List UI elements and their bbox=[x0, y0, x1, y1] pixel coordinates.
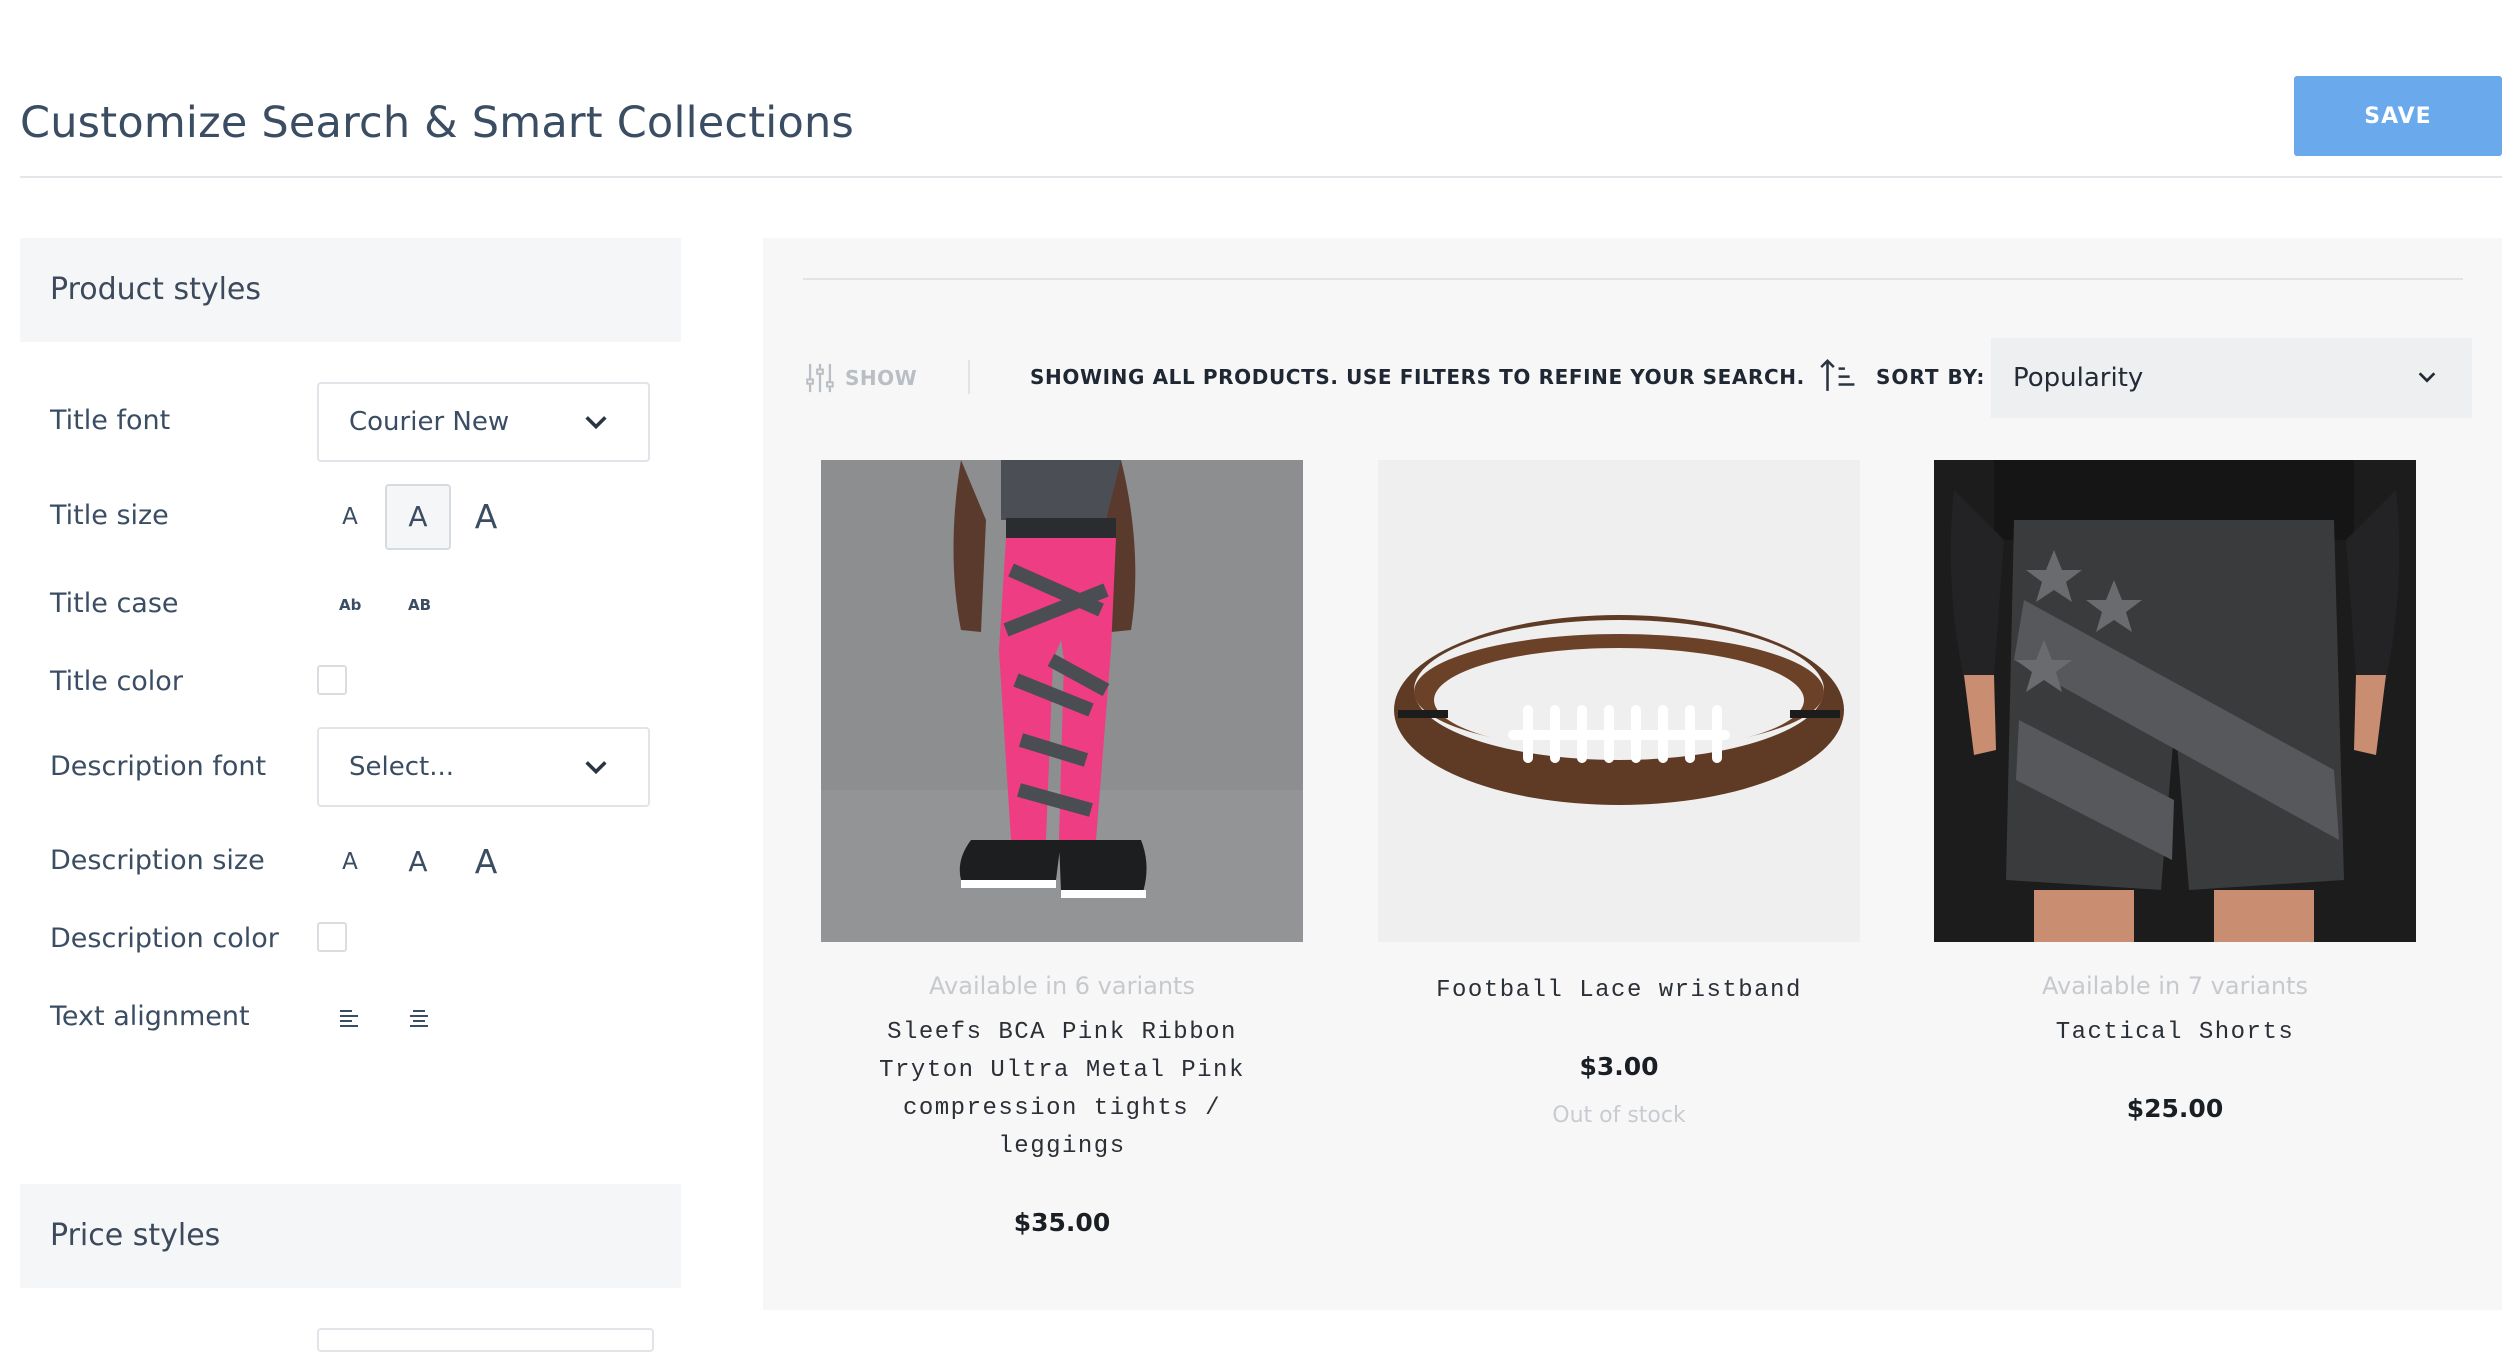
title-size-large[interactable]: A bbox=[453, 484, 519, 550]
product-title[interactable]: Tactical Shorts bbox=[1934, 1014, 2416, 1052]
leggings-image bbox=[821, 460, 1303, 942]
chevron-down-icon bbox=[585, 761, 607, 775]
title-size-label: Title size bbox=[50, 500, 169, 531]
title-case-capitalize[interactable]: Ab bbox=[339, 596, 361, 614]
product-image[interactable] bbox=[821, 460, 1303, 942]
preview-divider bbox=[803, 278, 2463, 280]
title-size-small[interactable]: A bbox=[317, 484, 383, 550]
product-image[interactable] bbox=[1378, 460, 1860, 942]
title-font-value: Courier New bbox=[349, 407, 510, 437]
product-card[interactable]: Football Lace wristband $3.00 Out of sto… bbox=[1378, 460, 1860, 1128]
preview-panel: SHOW SHOWING ALL PRODUCTS. USE FILTERS T… bbox=[763, 238, 2502, 1310]
description-font-select[interactable]: Select... bbox=[317, 727, 650, 807]
product-styles-header[interactable]: Product styles bbox=[20, 238, 681, 342]
description-size-large[interactable]: A bbox=[453, 829, 519, 895]
toolbar-divider bbox=[968, 360, 970, 394]
page-title: Customize Search & Smart Collections bbox=[20, 98, 855, 148]
stock-status: Out of stock bbox=[1552, 1103, 1686, 1128]
header-divider bbox=[20, 176, 2502, 178]
sort-icon[interactable] bbox=[1818, 356, 1856, 394]
title-color-label: Title color bbox=[50, 666, 183, 697]
sort-by-label: SORT BY: bbox=[1876, 365, 1986, 389]
show-filters-button[interactable]: SHOW bbox=[803, 358, 917, 398]
align-left-icon[interactable] bbox=[338, 1007, 362, 1031]
description-font-value: Select... bbox=[349, 752, 455, 782]
price-font-select[interactable] bbox=[317, 1328, 654, 1352]
filter-sliders-icon bbox=[806, 363, 834, 393]
product-title[interactable]: Sleefs BCA Pink Ribbon Tryton Ultra Meta… bbox=[821, 1014, 1303, 1166]
title-color-swatch[interactable] bbox=[317, 665, 347, 695]
product-card[interactable]: Available in 6 variants Sleefs BCA Pink … bbox=[821, 460, 1303, 1237]
product-title[interactable]: Football Lace wristband bbox=[1378, 972, 1860, 1010]
title-font-label: Title font bbox=[50, 405, 171, 436]
title-size-medium[interactable]: A bbox=[385, 484, 451, 550]
product-variants: Available in 6 variants bbox=[929, 972, 1195, 1000]
product-variants: Available in 7 variants bbox=[2042, 972, 2308, 1000]
chevron-down-icon bbox=[585, 416, 607, 430]
results-toolbar: SHOW SHOWING ALL PRODUCTS. USE FILTERS T… bbox=[763, 338, 2502, 418]
sort-select[interactable]: Popularity bbox=[1991, 338, 2472, 418]
sort-value: Popularity bbox=[2013, 363, 2144, 393]
title-font-select[interactable]: Courier New bbox=[317, 382, 650, 462]
description-font-label: Description font bbox=[50, 751, 267, 782]
product-card[interactable]: Available in 7 variants Tactical Shorts … bbox=[1934, 460, 2416, 1123]
description-color-swatch[interactable] bbox=[317, 922, 347, 952]
show-label: SHOW bbox=[845, 366, 918, 390]
shorts-image bbox=[1934, 460, 2416, 942]
text-alignment-label: Text alignment bbox=[50, 1001, 250, 1032]
results-status: SHOWING ALL PRODUCTS. USE FILTERS TO REF… bbox=[1030, 365, 1805, 389]
price-styles-header[interactable]: Price styles bbox=[20, 1184, 681, 1288]
description-color-label: Description color bbox=[50, 923, 279, 954]
product-image[interactable] bbox=[1934, 460, 2416, 942]
wristband-image bbox=[1378, 460, 1860, 942]
title-case-label: Title case bbox=[50, 588, 179, 619]
description-size-small[interactable]: A bbox=[317, 829, 383, 895]
align-center-icon[interactable] bbox=[407, 1007, 431, 1031]
description-size-label: Description size bbox=[50, 845, 265, 876]
description-size-medium[interactable]: A bbox=[385, 829, 451, 895]
save-button[interactable]: SAVE bbox=[2294, 76, 2502, 156]
product-price: $25.00 bbox=[2126, 1094, 2224, 1123]
chevron-down-icon bbox=[2418, 372, 2436, 383]
product-price: $35.00 bbox=[1013, 1208, 1111, 1237]
product-price: $3.00 bbox=[1579, 1052, 1659, 1081]
title-case-uppercase[interactable]: AB bbox=[408, 596, 431, 614]
